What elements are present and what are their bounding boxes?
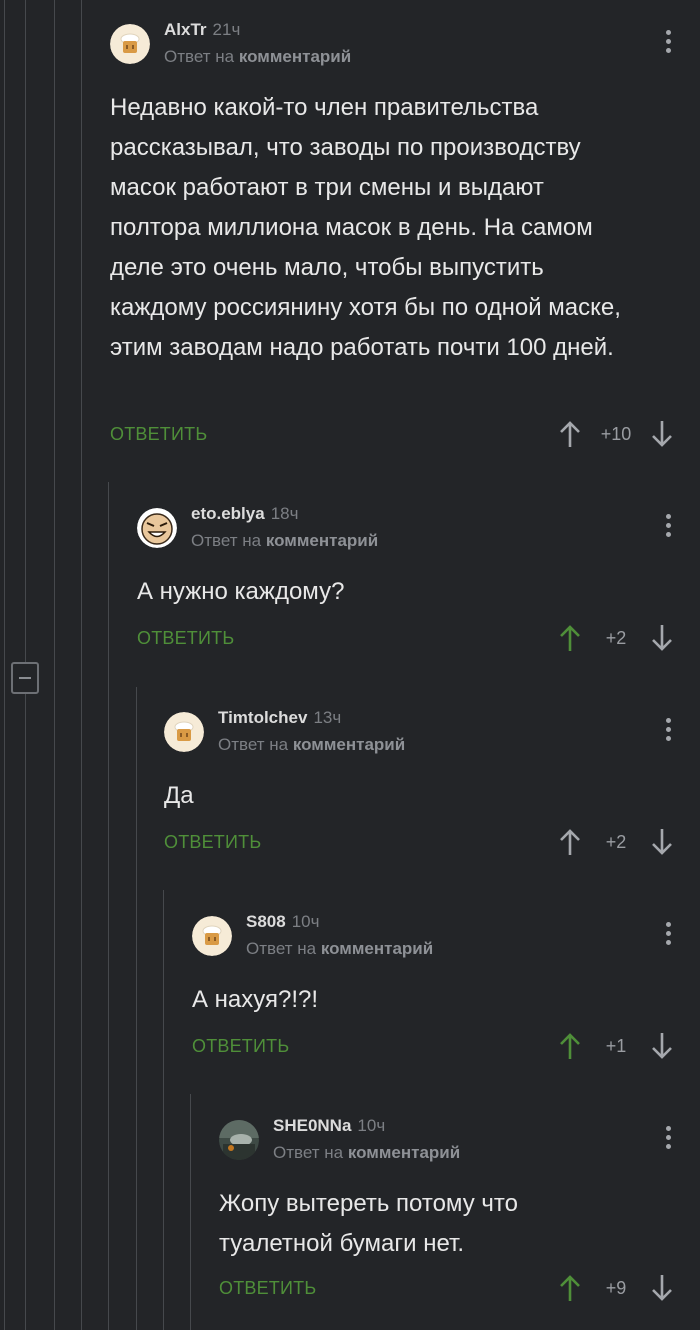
- vote-controls: +2: [558, 624, 674, 654]
- parent-comment-link[interactable]: комментарий: [266, 531, 378, 550]
- thread-line: [81, 0, 82, 1330]
- reply-button[interactable]: ОТВЕТИТЬ: [219, 1278, 316, 1299]
- reply-to-line: Ответ на комментарий: [164, 47, 352, 66]
- comment-text: А нахуя?!?!: [192, 986, 319, 1013]
- comment: eto.eblya 18ч Ответ на комментарий А нужн…: [137, 484, 700, 684]
- vote-controls: +2: [558, 828, 674, 858]
- upvote-arrow-icon[interactable]: [558, 828, 582, 856]
- thread-line: [25, 0, 26, 662]
- more-options-icon[interactable]: [664, 1126, 672, 1154]
- comment: AlxTr 21ч Ответ на комментарий Недавно ка…: [110, 0, 700, 460]
- upvote-arrow-icon[interactable]: [558, 420, 582, 448]
- collapse-thread-button[interactable]: [11, 662, 39, 694]
- downvote-arrow-icon[interactable]: [650, 420, 674, 448]
- thread-line: [190, 1094, 191, 1330]
- more-options-icon[interactable]: [664, 30, 672, 58]
- upvote-arrow-icon[interactable]: [558, 624, 582, 652]
- vote-controls: +9: [558, 1274, 674, 1304]
- cook-avatar-icon[interactable]: [110, 24, 150, 64]
- downvote-arrow-icon[interactable]: [650, 1274, 674, 1302]
- comment-author[interactable]: SHE0NNa 10ч: [273, 1116, 385, 1136]
- thread-line: [54, 0, 55, 1330]
- reply-button[interactable]: ОТВЕТИТЬ: [137, 628, 234, 649]
- parent-comment-link[interactable]: комментарий: [348, 1143, 460, 1162]
- parent-comment-link[interactable]: комментарий: [239, 47, 351, 66]
- comment-author[interactable]: Timtolchev 13ч: [218, 708, 341, 728]
- comment: S808 10ч Ответ на комментарий А нахуя?!?!…: [192, 892, 700, 1092]
- comment-score: +10: [600, 424, 632, 444]
- comment-time: 10ч: [357, 1116, 386, 1135]
- comment-time: 13ч: [313, 708, 342, 727]
- comment-author[interactable]: eto.eblya 18ч: [191, 504, 298, 524]
- thread-line: [163, 890, 164, 1330]
- comment: SHE0NNa 10ч Ответ на комментарий Жопу выт…: [219, 1096, 700, 1330]
- smiling-face-avatar-icon[interactable]: [137, 508, 177, 548]
- reply-to-line: Ответ на комментарий: [191, 531, 379, 550]
- comment-score: +2: [605, 628, 627, 648]
- comment-text: Жопу вытереть потому что туалетной бумаг…: [219, 1190, 518, 1257]
- comment-score: +9: [605, 1278, 627, 1298]
- downvote-arrow-icon[interactable]: [650, 828, 674, 856]
- upvote-arrow-icon[interactable]: [558, 1032, 582, 1060]
- downvote-arrow-icon[interactable]: [650, 624, 674, 652]
- more-options-icon[interactable]: [664, 922, 672, 950]
- comment: Timtolchev 13ч Ответ на комментарий Да ОТ…: [164, 688, 700, 888]
- thread-line: [136, 687, 137, 1330]
- more-options-icon[interactable]: [664, 718, 672, 746]
- more-options-icon[interactable]: [664, 514, 672, 542]
- reply-button[interactable]: ОТВЕТИТЬ: [164, 832, 261, 853]
- photo-avatar-icon[interactable]: [219, 1120, 259, 1160]
- comment-score: +2: [605, 832, 627, 852]
- reply-to-line: Ответ на комментарий: [273, 1143, 461, 1162]
- parent-comment-link[interactable]: комментарий: [293, 735, 405, 754]
- reply-button[interactable]: ОТВЕТИТЬ: [192, 1036, 289, 1057]
- comment-time: 10ч: [291, 912, 320, 931]
- vote-controls: +1: [558, 1032, 674, 1062]
- upvote-arrow-icon[interactable]: [558, 1274, 582, 1302]
- thread-line: [25, 694, 26, 1330]
- reply-button[interactable]: ОТВЕТИТЬ: [110, 424, 207, 445]
- comment-text: А нужно каждому?: [137, 578, 345, 605]
- reply-to-line: Ответ на комментарий: [246, 939, 434, 958]
- thread-line: [4, 0, 5, 1330]
- comment-text: Да: [164, 782, 194, 809]
- comment-time: 21ч: [212, 20, 241, 39]
- comment-author[interactable]: S808 10ч: [246, 912, 319, 932]
- comment-time: 18ч: [270, 504, 299, 523]
- comment-author[interactable]: AlxTr 21ч: [164, 20, 240, 40]
- parent-comment-link[interactable]: комментарий: [321, 939, 433, 958]
- comment-text: Недавно какой-то член правительства расс…: [110, 94, 621, 361]
- cook-avatar-icon[interactable]: [192, 916, 232, 956]
- reply-to-line: Ответ на комментарий: [218, 735, 406, 754]
- vote-controls: +10: [558, 420, 674, 450]
- downvote-arrow-icon[interactable]: [650, 1032, 674, 1060]
- comment-score: +1: [605, 1036, 627, 1056]
- cook-avatar-icon[interactable]: [164, 712, 204, 752]
- thread-line: [108, 482, 109, 1330]
